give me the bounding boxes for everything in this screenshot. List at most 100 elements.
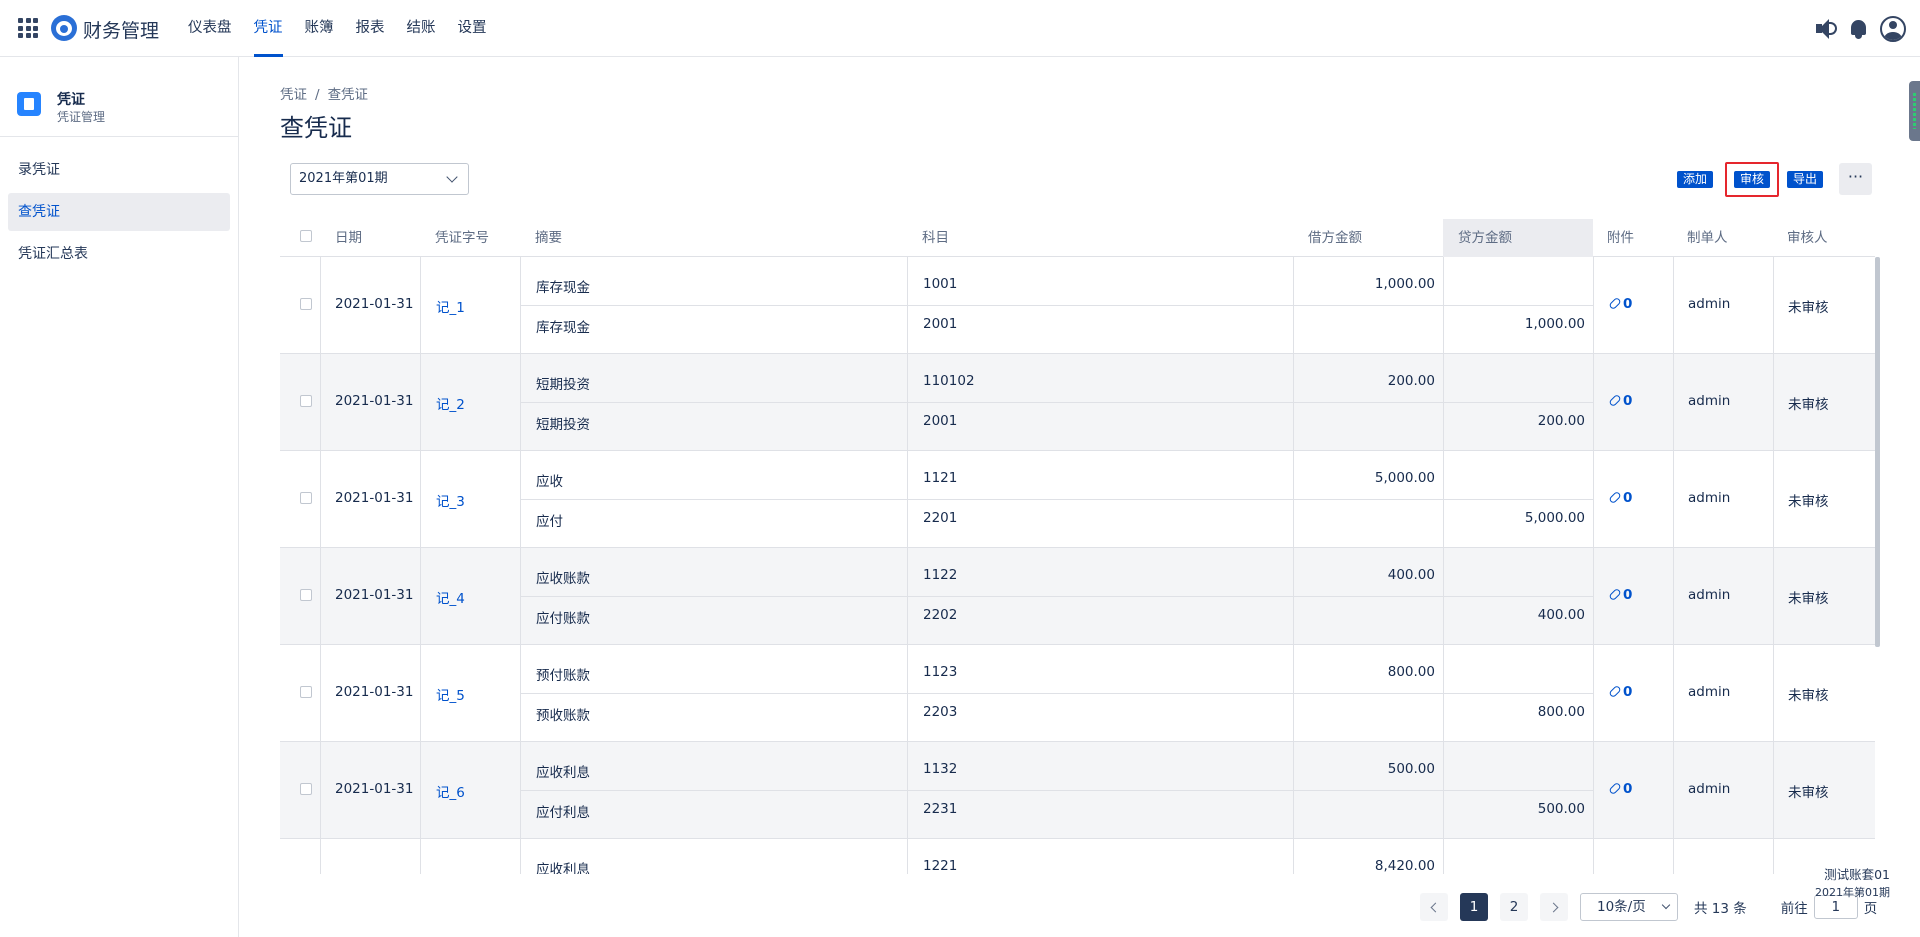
line-summary: 应付: [536, 514, 563, 530]
apps-grid-icon[interactable]: [18, 18, 38, 38]
line-credit: 400.00: [1537, 607, 1585, 623]
header-date[interactable]: 日期: [335, 219, 362, 257]
column-divider: [1773, 742, 1774, 839]
row-date: 2021-01-31: [335, 781, 414, 797]
row-voucher-no[interactable]: 记_1: [436, 296, 465, 316]
breadcrumb-current: 查凭证: [327, 87, 369, 103]
prev-page-button[interactable]: [1420, 893, 1448, 921]
paperclip-icon: [1608, 684, 1622, 699]
header-subject[interactable]: 科目: [922, 219, 949, 257]
add-button[interactable]: 添加: [1677, 171, 1714, 188]
breadcrumb-voucher[interactable]: 凭证: [280, 87, 307, 103]
table-row[interactable]: 2021-01-31 记_6 应收利息 1132 500.00 应付利息 2231 500.0…: [280, 742, 1875, 839]
row-checkbox[interactable]: [300, 589, 312, 605]
edge-widget[interactable]: [1909, 81, 1920, 141]
column-divider: [1593, 839, 1594, 874]
header-auditor[interactable]: 审核人: [1787, 219, 1828, 257]
next-page-button[interactable]: [1540, 893, 1568, 921]
row-checkbox[interactable]: [300, 783, 312, 799]
line-summary: 应收利息: [536, 765, 590, 781]
nav-settings[interactable]: 设置: [458, 0, 487, 57]
goto-label: 前往: [1780, 901, 1808, 917]
row-maker: admin: [1688, 490, 1731, 506]
row-checkbox[interactable]: [300, 492, 312, 508]
page-1-button[interactable]: 1: [1460, 893, 1488, 921]
attachment-count: 0: [1623, 490, 1633, 506]
table-row[interactable]: 2021-01-31 记_2 短期投资 110102 200.00 短期投资 2001 200…: [280, 354, 1875, 451]
table-row[interactable]: 2021-01-31 记_1 库存现金 1001 1,000.00 库存现金 2001 1,0…: [280, 257, 1875, 354]
column-divider: [1673, 645, 1674, 742]
sidebar-item-query-voucher[interactable]: 查凭证: [8, 193, 230, 231]
paperclip-icon: [1608, 490, 1622, 505]
line-summary: 库存现金: [536, 280, 590, 296]
table-scrollbar[interactable]: [1875, 257, 1880, 647]
bell-icon[interactable]: [1848, 17, 1870, 41]
breadcrumb-separator: /: [315, 87, 320, 103]
attachment-link[interactable]: 0: [1608, 490, 1633, 506]
attachment-link[interactable]: 0: [1608, 296, 1632, 312]
line-debit: 200.00: [1387, 373, 1435, 389]
more-button[interactable]: ···: [1839, 163, 1872, 195]
line-subject: 2202: [923, 607, 958, 623]
attachment-count: 0: [1623, 587, 1633, 603]
attachment-link[interactable]: 0: [1608, 781, 1632, 797]
chevron-down-icon: [1661, 900, 1671, 910]
period-select[interactable]: 2021年第01期: [290, 163, 469, 195]
row-voucher-no[interactable]: 记_2: [436, 393, 465, 413]
row-auditor: 未审核: [1788, 688, 1829, 704]
nav-voucher[interactable]: 凭证: [253, 0, 283, 57]
audit-button[interactable]: 审核: [1734, 171, 1771, 188]
table-row[interactable]: 2021-01-31 记_5 预付账款 1123 800.00 预收账款 2203 800.0…: [280, 645, 1875, 742]
table-row[interactable]: 2021-01-31 记_3 应收 1121 5,000.00 应付 2201 5,000.0…: [280, 451, 1875, 548]
speaker-icon[interactable]: [1814, 17, 1838, 41]
nav-dashboard[interactable]: 仪表盘: [188, 0, 232, 57]
table-row[interactable]: 应收利息 1221 8,420.00: [280, 839, 1875, 874]
document-icon: [17, 92, 41, 116]
row-voucher-no[interactable]: 记_5: [436, 684, 465, 704]
sidebar-item-enter-voucher[interactable]: 录凭证: [8, 151, 230, 189]
line-subject: 2001: [923, 413, 958, 429]
column-divider: [320, 451, 321, 548]
header-maker[interactable]: 制单人: [1687, 219, 1728, 257]
row-checkbox[interactable]: [300, 298, 312, 314]
nav-closing[interactable]: 结账: [407, 0, 436, 57]
paperclip-icon: [1608, 587, 1622, 602]
header-credit[interactable]: 贷方金额: [1443, 219, 1593, 257]
export-button[interactable]: 导出: [1787, 171, 1824, 188]
row-voucher-no[interactable]: 记_3: [436, 490, 465, 510]
row-checkbox[interactable]: [300, 686, 312, 702]
user-avatar-icon[interactable]: [1880, 16, 1906, 42]
sidebar-title: 凭证: [57, 92, 85, 108]
attachment-link[interactable]: 0: [1608, 587, 1633, 603]
attachment-count: 0: [1623, 684, 1633, 700]
attachment-link[interactable]: 0: [1608, 393, 1632, 409]
nav-report[interactable]: 报表: [356, 0, 385, 57]
page-size-value: 10条/页: [1597, 899, 1646, 915]
table-row[interactable]: 2021-01-31 记_4 应收账款 1122 400.00 应付账款 2202 400.0…: [280, 548, 1875, 645]
attachment-link[interactable]: 0: [1608, 684, 1633, 700]
row-voucher-no[interactable]: 记_4: [436, 587, 465, 607]
row-date: 2021-01-31: [335, 490, 414, 506]
header-voucher-no[interactable]: 凭证字号: [435, 219, 489, 257]
row-checkbox[interactable]: [300, 395, 312, 411]
line-subject: 2201: [923, 510, 958, 526]
page-size-select[interactable]: 10条/页: [1580, 893, 1678, 921]
column-divider: [907, 839, 908, 874]
chevron-right-icon: [1548, 902, 1558, 913]
row-voucher-no[interactable]: 记_6: [436, 781, 465, 801]
header-summary[interactable]: 摘要: [535, 219, 562, 257]
line-divider: [520, 790, 1593, 791]
header-debit[interactable]: 借方金额: [1308, 219, 1362, 257]
select-all-checkbox[interactable]: [300, 219, 312, 257]
column-divider: [1773, 839, 1774, 874]
line-summary: 应付利息: [536, 805, 590, 821]
page-2-button[interactable]: 2: [1500, 893, 1528, 921]
row-maker: admin: [1688, 684, 1731, 700]
nav-ledger[interactable]: 账簿: [305, 0, 334, 57]
sidebar-item-voucher-summary[interactable]: 凭证汇总表: [8, 235, 230, 273]
voucher-table: 日期 凭证字号 摘要 科目 借方金额 贷方金额 附件 制单人 审核人 2021-…: [280, 219, 1880, 874]
line-summary: 应收账款: [536, 571, 590, 587]
line-summary: 库存现金: [536, 320, 590, 336]
header-attachment[interactable]: 附件: [1607, 219, 1634, 257]
column-divider: [320, 354, 321, 451]
